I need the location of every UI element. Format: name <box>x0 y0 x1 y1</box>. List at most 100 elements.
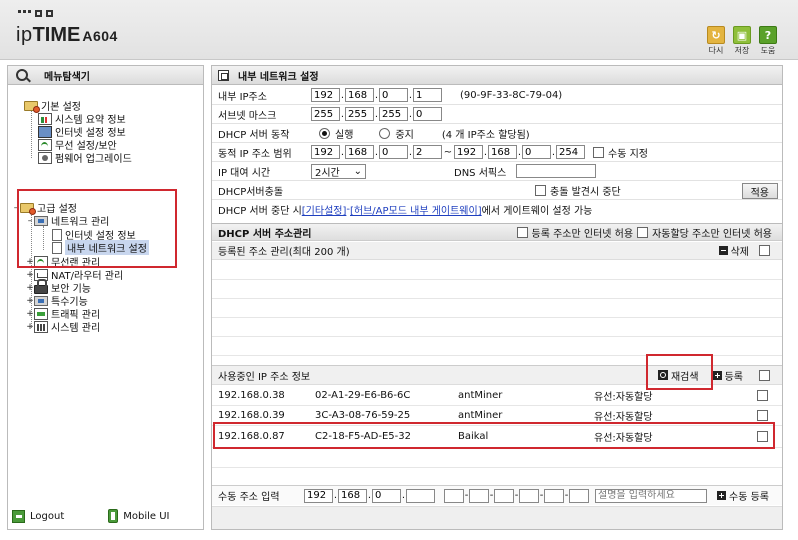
expand-icon[interactable]: + <box>26 322 34 332</box>
inuse-select-all-checkbox[interactable] <box>759 369 770 381</box>
range-end-octet-1[interactable] <box>454 145 483 159</box>
lan-ip-octet-1[interactable] <box>311 88 340 102</box>
range-start-octet-2[interactable] <box>345 145 374 159</box>
menu-explorer-title: 메뉴탐색기 <box>44 71 90 83</box>
manual-register-button[interactable]: 수동 등록 <box>717 488 769 503</box>
magnifier-icon <box>16 69 28 81</box>
mobile-ui-link[interactable]: Mobile UI <box>108 509 170 523</box>
registered-list-header: 등록된 주소 관리(최대 200 개) 삭제 <box>212 242 782 260</box>
dns-suffix-input[interactable] <box>516 164 596 178</box>
wireless-icon <box>38 138 52 151</box>
auto-only-checkbox[interactable]: 자동할당 주소만 인터넷 허용 <box>637 225 772 240</box>
header-bar: ipTIME A604 ↻ 다시 ▣ 저장 ? 도움 <box>0 0 798 60</box>
menu-explorer-panel: 메뉴탐색기 기본 설정 시스템 요약 정보 인터넷 설정 정보 무선 설정/보안… <box>7 65 204 530</box>
tree-firmware-upgrade[interactable]: 펌웨어 업그레이드 <box>38 150 132 165</box>
folder-icon <box>24 100 40 113</box>
registered-only-checkbox[interactable]: 등록 주소만 인터넷 허용 <box>516 225 633 240</box>
manual-ip-octet-1[interactable] <box>304 488 333 503</box>
tree-network-management[interactable]: – 네트워크 관리 <box>26 213 109 228</box>
expand-icon[interactable]: + <box>26 283 34 293</box>
sidebar-footer: Logout Mobile UI <box>8 503 203 529</box>
chevron-down-icon: ⌄ <box>353 165 362 177</box>
tree-system-management[interactable]: + 시스템 관리 <box>26 319 100 334</box>
dhcp-on-radio[interactable]: 실행 <box>319 126 353 141</box>
dhcp-manage-header: DHCP 서버 주소관리 등록 주소만 인터넷 허용 자동할당 주소만 인터넷 … <box>212 223 782 241</box>
page-title: 내부 네트워크 설정 <box>238 71 319 83</box>
save-icon: ▣ <box>733 26 751 44</box>
manual-description-input[interactable] <box>595 488 707 503</box>
plus-icon <box>712 370 722 380</box>
range-end-octet-4[interactable] <box>556 145 585 159</box>
manual-ip-octet-2[interactable] <box>338 488 367 503</box>
network-folder-icon <box>34 215 48 226</box>
manual-mac-6[interactable] <box>569 488 589 503</box>
dhcp-stop-note: DHCP 서버 중단 시 [기타설정] - [허브/AP모드 내부 게이트웨이]… <box>218 202 593 217</box>
manual-mac-2[interactable] <box>469 488 489 503</box>
tree-lan-settings[interactable]: 내부 네트워크 설정 <box>52 240 149 255</box>
range-start-octet-3[interactable] <box>379 145 408 159</box>
document-icon <box>52 228 62 241</box>
expand-icon[interactable]: + <box>26 296 34 306</box>
subnet-octet-1[interactable] <box>311 107 340 121</box>
special-icon <box>34 295 48 306</box>
conflict-row: DHCP서버충돌 충돌 발견시 중단 적용 <box>212 181 782 200</box>
save-button[interactable]: ▣ 저장 <box>732 26 752 56</box>
manual-mac-5[interactable] <box>544 488 564 503</box>
apply-button[interactable]: 적용 <box>741 183 778 199</box>
lease-time-select[interactable]: 2시간 ⌄ <box>311 163 366 179</box>
hub-ap-gateway-link[interactable]: [허브/AP모드 내부 게이트웨이] <box>350 202 482 217</box>
registered-select-all-checkbox[interactable] <box>759 245 770 256</box>
range-start-octet-4[interactable] <box>413 145 442 159</box>
dhcp-off-radio[interactable]: 중지 <box>379 126 414 141</box>
manual-mac-4[interactable] <box>519 488 539 503</box>
conflict-stop-checkbox[interactable]: 충돌 발견시 중단 <box>535 183 621 198</box>
traffic-icon <box>34 307 48 320</box>
manual-range-checkbox[interactable]: 수동 지정 <box>593 145 648 160</box>
logo-mark <box>18 10 53 17</box>
subnet-octet-3[interactable] <box>379 107 408 121</box>
other-settings-link[interactable]: [기타설정] <box>302 202 347 217</box>
range-end-octet-2[interactable] <box>488 145 517 159</box>
collapse-icon[interactable]: – <box>12 203 20 213</box>
panel-footer <box>212 506 782 529</box>
lan-ip-octet-4[interactable] <box>413 88 442 102</box>
subnet-octet-4[interactable] <box>413 107 442 121</box>
delete-button[interactable]: 삭제 <box>718 243 749 258</box>
collapse-icon[interactable]: – <box>26 216 34 226</box>
range-end-octet-3[interactable] <box>522 145 551 159</box>
lan-mac-address: (90-9F-33-8C-79-04) <box>460 89 563 101</box>
manual-mac-3[interactable] <box>494 488 514 503</box>
row-checkbox[interactable] <box>757 431 768 442</box>
help-button[interactable]: ? 도움 <box>758 26 778 56</box>
manual-mac-1[interactable] <box>444 488 464 503</box>
system-icon <box>34 320 48 333</box>
table-row: 192.168.0.39 3C-A3-08-76-59-25 antMiner … <box>212 406 782 426</box>
help-icon: ? <box>759 26 777 44</box>
wireless-icon <box>34 255 48 268</box>
manual-ip-octet-3[interactable] <box>372 488 401 503</box>
minus-icon <box>718 246 728 255</box>
row-checkbox[interactable] <box>757 410 768 421</box>
rescan-button[interactable]: 재검색 <box>657 368 699 383</box>
firmware-icon <box>38 151 52 164</box>
register-button[interactable]: 등록 <box>712 368 743 383</box>
expand-icon[interactable]: + <box>26 270 34 280</box>
panel-header: 내부 네트워크 설정 <box>212 66 782 85</box>
redo-button[interactable]: ↻ 다시 <box>706 26 726 56</box>
lan-ip-octet-3[interactable] <box>379 88 408 102</box>
manual-ip-octet-4[interactable] <box>406 488 435 503</box>
inuse-blank-rows <box>212 449 782 487</box>
page-icon <box>218 69 229 81</box>
search-icon <box>657 370 668 380</box>
dhcp-status: (4 개 IP주소 할당됨) <box>441 129 530 141</box>
logout-link[interactable]: Logout <box>12 509 64 523</box>
range-start-octet-1[interactable] <box>311 145 340 159</box>
mobile-icon <box>108 509 119 523</box>
subnet-octet-2[interactable] <box>345 107 374 121</box>
expand-icon[interactable]: + <box>26 257 34 267</box>
inuse-list-header: 사용중인 IP 주소 정보 재검색 등록 <box>212 365 782 385</box>
plus-icon <box>717 491 726 500</box>
row-checkbox[interactable] <box>757 390 768 401</box>
expand-icon[interactable]: + <box>26 309 34 319</box>
lan-ip-octet-2[interactable] <box>345 88 374 102</box>
